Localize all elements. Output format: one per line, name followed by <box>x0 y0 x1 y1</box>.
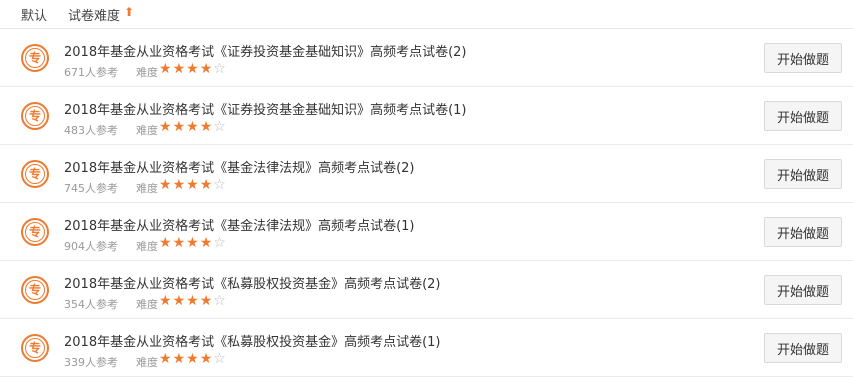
star-filled-icon: ★ <box>199 119 214 135</box>
star-filled-icon: ★ <box>159 351 173 367</box>
special-badge-icon: 专 <box>21 102 49 130</box>
difficulty-label: 难度 <box>136 182 158 195</box>
star-filled-icon: ★ <box>199 235 214 251</box>
difficulty-label: 难度 <box>136 298 158 311</box>
star-filled-icon: ★ <box>159 177 173 193</box>
participant-count: 745人参考 <box>64 182 118 195</box>
star-filled-icon: ★ <box>172 235 187 251</box>
start-exam-button[interactable]: 开始做题 <box>764 101 842 131</box>
star-empty-icon: ☆ <box>213 293 227 309</box>
star-filled-icon: ★ <box>172 351 187 367</box>
star-empty-icon: ☆ <box>213 177 227 193</box>
exam-meta: 904人参考 难度 <box>64 238 158 254</box>
exam-row: 专 2018年基金从业资格考试《基金法律法规》高频考点试卷(2) 745人参考 难… <box>0 145 853 203</box>
star-empty-icon: ☆ <box>213 235 227 251</box>
exam-meta: 354人参考 难度 <box>64 296 158 312</box>
difficulty-stars: ★★★★☆ <box>159 236 227 250</box>
star-filled-icon: ★ <box>199 293 214 309</box>
badge-text: 专 <box>28 51 41 65</box>
star-filled-icon: ★ <box>159 293 173 309</box>
star-filled-icon: ★ <box>186 293 200 309</box>
start-exam-button[interactable]: 开始做题 <box>764 275 842 305</box>
difficulty-label: 难度 <box>136 124 158 137</box>
difficulty-label: 难度 <box>136 66 158 79</box>
special-badge-icon: 专 <box>21 44 49 72</box>
badge-text: 专 <box>28 225 41 239</box>
special-badge-icon: 专 <box>21 276 49 304</box>
participant-count: 354人参考 <box>64 298 118 311</box>
special-badge-icon: 专 <box>21 334 49 362</box>
difficulty-label: 难度 <box>136 356 158 369</box>
sort-bar: 默认 试卷难度 ⬆ <box>0 0 853 29</box>
special-badge-icon: 专 <box>21 160 49 188</box>
participant-count: 483人参考 <box>64 124 118 137</box>
badge-text: 专 <box>28 283 41 297</box>
star-filled-icon: ★ <box>159 119 173 135</box>
star-filled-icon: ★ <box>186 351 200 367</box>
star-filled-icon: ★ <box>159 235 173 251</box>
star-filled-icon: ★ <box>186 119 200 135</box>
sort-default-option[interactable]: 默认 <box>21 5 47 24</box>
exam-meta: 483人参考 难度 <box>64 122 158 138</box>
star-filled-icon: ★ <box>172 119 187 135</box>
star-filled-icon: ★ <box>172 61 187 77</box>
exam-title[interactable]: 2018年基金从业资格考试《私募股权投资基金》高频考点试卷(1) <box>64 331 441 350</box>
difficulty-stars: ★★★★☆ <box>159 294 227 308</box>
exam-row: 专 2018年基金从业资格考试《证券投资基金基础知识》高频考点试卷(1) 483… <box>0 87 853 145</box>
difficulty-stars: ★★★★☆ <box>159 178 227 192</box>
exam-title[interactable]: 2018年基金从业资格考试《私募股权投资基金》高频考点试卷(2) <box>64 273 441 292</box>
star-filled-icon: ★ <box>172 177 187 193</box>
star-filled-icon: ★ <box>199 351 214 367</box>
badge-text: 专 <box>28 341 41 355</box>
sort-up-arrow-icon[interactable]: ⬆ <box>124 5 134 19</box>
star-filled-icon: ★ <box>186 61 200 77</box>
exam-title[interactable]: 2018年基金从业资格考试《证券投资基金基础知识》高频考点试卷(2) <box>64 41 467 60</box>
start-exam-button[interactable]: 开始做题 <box>764 217 842 247</box>
star-filled-icon: ★ <box>172 293 187 309</box>
exam-title[interactable]: 2018年基金从业资格考试《证券投资基金基础知识》高频考点试卷(1) <box>64 99 467 118</box>
star-empty-icon: ☆ <box>213 351 227 367</box>
difficulty-stars: ★★★★☆ <box>159 120 227 134</box>
star-filled-icon: ★ <box>186 235 200 251</box>
exam-list: 专 2018年基金从业资格考试《证券投资基金基础知识》高频考点试卷(2) 671… <box>0 29 853 377</box>
exam-title[interactable]: 2018年基金从业资格考试《基金法律法规》高频考点试卷(2) <box>64 157 415 176</box>
sort-difficulty-option[interactable]: 试卷难度 <box>68 5 120 24</box>
exam-meta: 745人参考 难度 <box>64 180 158 196</box>
difficulty-stars: ★★★★☆ <box>159 352 227 366</box>
badge-text: 专 <box>28 109 41 123</box>
participant-count: 904人参考 <box>64 240 118 253</box>
star-empty-icon: ☆ <box>213 119 227 135</box>
special-badge-icon: 专 <box>21 218 49 246</box>
exam-title[interactable]: 2018年基金从业资格考试《基金法律法规》高频考点试卷(1) <box>64 215 415 234</box>
exam-row: 专 2018年基金从业资格考试《私募股权投资基金》高频考点试卷(2) 354人参… <box>0 261 853 319</box>
badge-text: 专 <box>28 167 41 181</box>
star-filled-icon: ★ <box>159 61 173 77</box>
star-empty-icon: ☆ <box>213 61 227 77</box>
start-exam-button[interactable]: 开始做题 <box>764 43 842 73</box>
star-filled-icon: ★ <box>186 177 200 193</box>
start-exam-button[interactable]: 开始做题 <box>764 333 842 363</box>
participant-count: 671人参考 <box>64 66 118 79</box>
exam-meta: 339人参考 难度 <box>64 354 158 370</box>
exam-row: 专 2018年基金从业资格考试《私募股权投资基金》高频考点试卷(1) 339人参… <box>0 319 853 377</box>
start-exam-button[interactable]: 开始做题 <box>764 159 842 189</box>
star-filled-icon: ★ <box>199 61 214 77</box>
difficulty-stars: ★★★★☆ <box>159 62 227 76</box>
exam-row: 专 2018年基金从业资格考试《基金法律法规》高频考点试卷(1) 904人参考 难… <box>0 203 853 261</box>
participant-count: 339人参考 <box>64 356 118 369</box>
difficulty-label: 难度 <box>136 240 158 253</box>
exam-row: 专 2018年基金从业资格考试《证券投资基金基础知识》高频考点试卷(2) 671… <box>0 29 853 87</box>
exam-meta: 671人参考 难度 <box>64 64 158 80</box>
star-filled-icon: ★ <box>199 177 214 193</box>
